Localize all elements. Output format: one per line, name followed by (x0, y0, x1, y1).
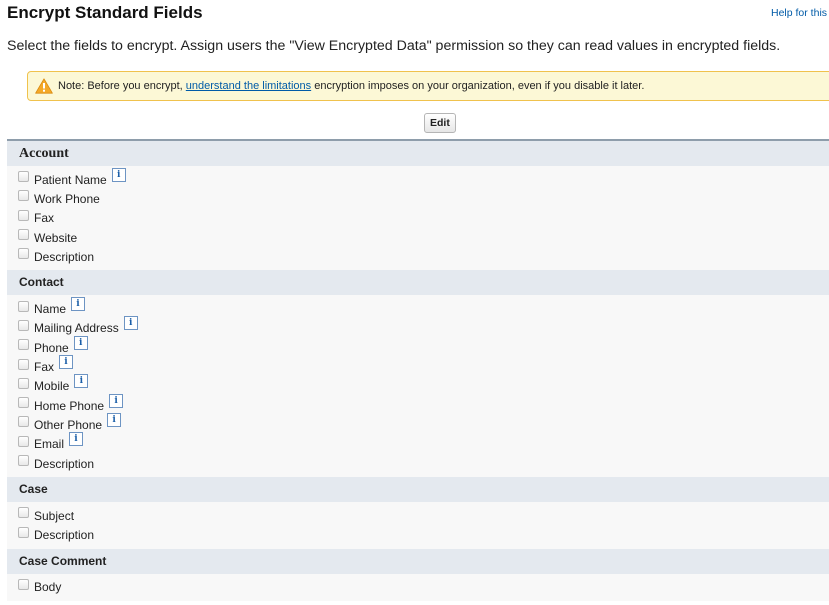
field-checkbox[interactable] (18, 339, 29, 351)
field-checkbox[interactable] (18, 248, 29, 260)
warning-icon (35, 78, 53, 94)
field-row: Website (7, 228, 829, 247)
field-checkbox[interactable] (18, 397, 29, 409)
field-row: Subject (7, 506, 829, 525)
page-title: Encrypt Standard Fields (7, 3, 203, 22)
field-label: Phone (34, 340, 69, 355)
field-row: Description (7, 247, 829, 266)
field-label: Other Phone (34, 417, 103, 432)
field-row: Fax i (7, 355, 829, 376)
field-row: Phone i (7, 335, 829, 357)
field-checkbox[interactable] (18, 416, 29, 428)
field-checkbox[interactable] (18, 171, 29, 183)
field-row: Description (7, 525, 829, 544)
section-body: Body (7, 574, 829, 601)
field-checkbox[interactable] (18, 190, 29, 202)
field-label: Description (34, 456, 95, 471)
field-checkbox[interactable] (18, 435, 29, 447)
info-icon[interactable]: i (59, 355, 74, 370)
field-label: Subject (34, 508, 75, 523)
field-checkbox[interactable] (18, 229, 29, 241)
info-icon[interactable]: i (74, 374, 89, 389)
section-header: Contact (7, 270, 829, 296)
field-checkbox[interactable] (18, 455, 29, 466)
section-header: Case Comment (7, 548, 829, 574)
limitations-link[interactable]: understand the limitations (186, 80, 311, 92)
note-text: Note: Before you encrypt, understand the… (58, 80, 644, 92)
note-suffix: encryption imposes on your organization,… (311, 80, 645, 92)
field-row: Home Phone i (7, 393, 829, 415)
field-label: Description (34, 249, 95, 264)
field-label: Home Phone (34, 398, 105, 413)
field-row: Mobile i (7, 374, 829, 396)
field-checkbox[interactable] (18, 319, 29, 331)
field-row: Patient Name i (7, 167, 829, 189)
info-icon[interactable]: i (123, 316, 138, 331)
field-row: Fax (7, 209, 829, 228)
info-icon[interactable]: i (107, 412, 122, 427)
field-checkbox[interactable] (18, 377, 29, 389)
field-checkbox[interactable] (18, 358, 29, 370)
info-icon[interactable]: i (69, 432, 84, 447)
field-label: Work Phone (34, 191, 100, 206)
field-row: Body (7, 578, 829, 597)
info-icon[interactable]: i (71, 297, 86, 312)
info-icon[interactable]: i (109, 393, 124, 408)
field-checkbox[interactable] (18, 300, 29, 312)
note-banner: Note: Before you encrypt, understand the… (27, 71, 829, 101)
field-label: Description (34, 528, 95, 543)
fields-panel: Account Patient Name i Work Phone Fax Website… (7, 139, 829, 602)
info-icon[interactable]: i (111, 167, 126, 182)
field-row: Work Phone (7, 189, 829, 208)
section-body: Subject Description (7, 502, 829, 549)
help-link[interactable]: Help for this Page (771, 7, 829, 19)
field-label: Mailing Address (34, 321, 119, 336)
field-label: Fax (34, 211, 55, 226)
section-body: Name i Mailing Address i Phone i Fax i Mobile i Ho… (7, 295, 829, 477)
section-body: Patient Name i Work Phone Fax Website Descrip… (7, 166, 829, 270)
field-row: Description (7, 454, 829, 473)
field-label: Website (34, 230, 78, 245)
field-checkbox[interactable] (18, 578, 29, 590)
edit-button[interactable]: Edit (424, 113, 456, 133)
field-row: Mailing Address i (7, 316, 829, 338)
field-row: Other Phone i (7, 412, 829, 434)
field-label: Name (34, 302, 67, 317)
field-checkbox[interactable] (18, 507, 29, 519)
page-header: Encrypt Standard Fields Help for this Pa… (0, 0, 829, 30)
note-prefix: Note: Before you encrypt, (58, 80, 186, 92)
field-label: Body (34, 580, 62, 595)
page-description: Select the fields to encrypt. Assign use… (7, 38, 781, 54)
field-label: Fax (34, 360, 55, 375)
field-checkbox[interactable] (18, 526, 29, 538)
info-icon[interactable]: i (73, 335, 88, 350)
section-header: Case (7, 477, 829, 503)
field-label: Email (34, 437, 65, 452)
field-row: Email i (7, 432, 829, 454)
field-checkbox[interactable] (18, 209, 29, 221)
section-header: Account (7, 141, 829, 166)
field-label: Mobile (34, 379, 70, 394)
field-label: Patient Name (34, 172, 107, 187)
